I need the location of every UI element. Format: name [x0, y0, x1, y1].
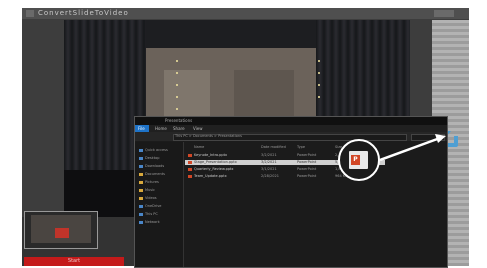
nav-item-label: This PC [145, 212, 158, 216]
nav-item[interactable]: OneDrive [139, 204, 161, 209]
explorer-titlebar: Presentations [135, 117, 447, 125]
file-name: Quarterly_Review.pptx [194, 167, 234, 171]
file-type: PowerPoint [297, 174, 317, 178]
nav-item[interactable]: Quick access [139, 148, 168, 153]
file-explorer-window: Presentations File Home Share View This … [134, 116, 448, 268]
folder-icon [139, 148, 143, 152]
title-bar: ConvertSlideToVideo [22, 8, 469, 19]
stage-light [318, 60, 320, 62]
menu-icon[interactable] [26, 10, 34, 17]
pptx-file-icon [188, 154, 192, 157]
folder-icon [139, 196, 143, 200]
explorer-title: Presentations [165, 118, 193, 123]
ppt-letter: P [353, 156, 358, 163]
nav-item[interactable]: Videos [139, 196, 157, 201]
file-type: PowerPoint [297, 153, 317, 157]
nav-item-label: Network [145, 220, 160, 224]
search-input[interactable] [411, 134, 445, 141]
ppt-badge: P [351, 155, 360, 165]
nav-item-label: Videos [145, 196, 157, 200]
nav-item-label: Music [145, 188, 155, 192]
pptx-file-icon [188, 168, 192, 171]
file-name: Team_Update.pptx [194, 174, 227, 178]
nav-item-label: OneDrive [145, 204, 162, 208]
nav-item[interactable]: Desktop [139, 156, 159, 161]
folder-icon [139, 212, 143, 216]
start-button-label: Start [67, 258, 81, 264]
nav-item[interactable]: Downloads [139, 164, 164, 169]
folder-icon [139, 156, 143, 160]
file-date: 3/2/2021 [261, 153, 277, 157]
file-date: 3/2/2021 [261, 160, 277, 164]
powerpoint-file-icon[interactable]: P [349, 151, 368, 169]
stage-light [318, 84, 320, 86]
nav-item[interactable]: Network [139, 220, 160, 225]
column-name[interactable]: Name [194, 145, 204, 149]
nav-item-label: Documents [145, 172, 165, 176]
tab-home[interactable]: Home [155, 126, 167, 131]
start-button[interactable]: Start [24, 257, 124, 266]
pptx-file-icon [188, 175, 192, 178]
nav-item[interactable]: Pictures [139, 180, 159, 185]
stage-light [176, 60, 178, 62]
stage-light [176, 96, 178, 98]
app-title: ConvertSlideToVideo [38, 9, 129, 17]
folder-icon [139, 164, 143, 168]
nav-item-label: Quick access [145, 148, 168, 152]
nav-item[interactable]: Music [139, 188, 155, 193]
file-name: Stage_Presentation.pptx [194, 160, 237, 164]
stage-light [176, 72, 178, 74]
folder-icon [139, 172, 143, 176]
pptx-file-icon [188, 161, 192, 164]
navigation-pane: Quick access Desktop Downloads Documents Pic… [135, 142, 184, 267]
file-date: 3/1/2021 [261, 167, 277, 171]
tab-file-label[interactable]: File [138, 126, 145, 131]
folder-icon [139, 180, 143, 184]
stage-light [176, 108, 178, 110]
stage-light [318, 72, 320, 74]
nav-item[interactable]: This PC [139, 212, 158, 217]
window-control[interactable] [434, 10, 454, 17]
slide-thumbnail[interactable] [24, 211, 98, 249]
file-date: 2/28/2021 [261, 174, 279, 178]
column-headers: Name Date modified Type Size [185, 145, 447, 151]
nav-item-label: Pictures [145, 180, 159, 184]
column-type[interactable]: Type [297, 145, 305, 149]
folder-icon [139, 188, 143, 192]
stage-light [318, 96, 320, 98]
nav-item-label: Downloads [145, 164, 165, 168]
stage-light [176, 84, 178, 86]
nav-item[interactable]: Documents [139, 172, 165, 177]
nav-item-label: Desktop [145, 156, 160, 160]
address-text: This PC > Documents > Presentations [175, 134, 242, 138]
folder-icon [139, 204, 143, 208]
tab-view[interactable]: View [193, 126, 203, 131]
file-type: PowerPoint [297, 160, 317, 164]
folder-icon [139, 220, 143, 224]
tab-share[interactable]: Share [173, 126, 185, 131]
column-date[interactable]: Date modified [261, 145, 286, 149]
file-type: PowerPoint [297, 167, 317, 171]
thumbnail-highlight [55, 228, 69, 238]
file-name: Keynote_Intro.pptx [194, 153, 228, 157]
callout-circle: P [338, 139, 380, 181]
